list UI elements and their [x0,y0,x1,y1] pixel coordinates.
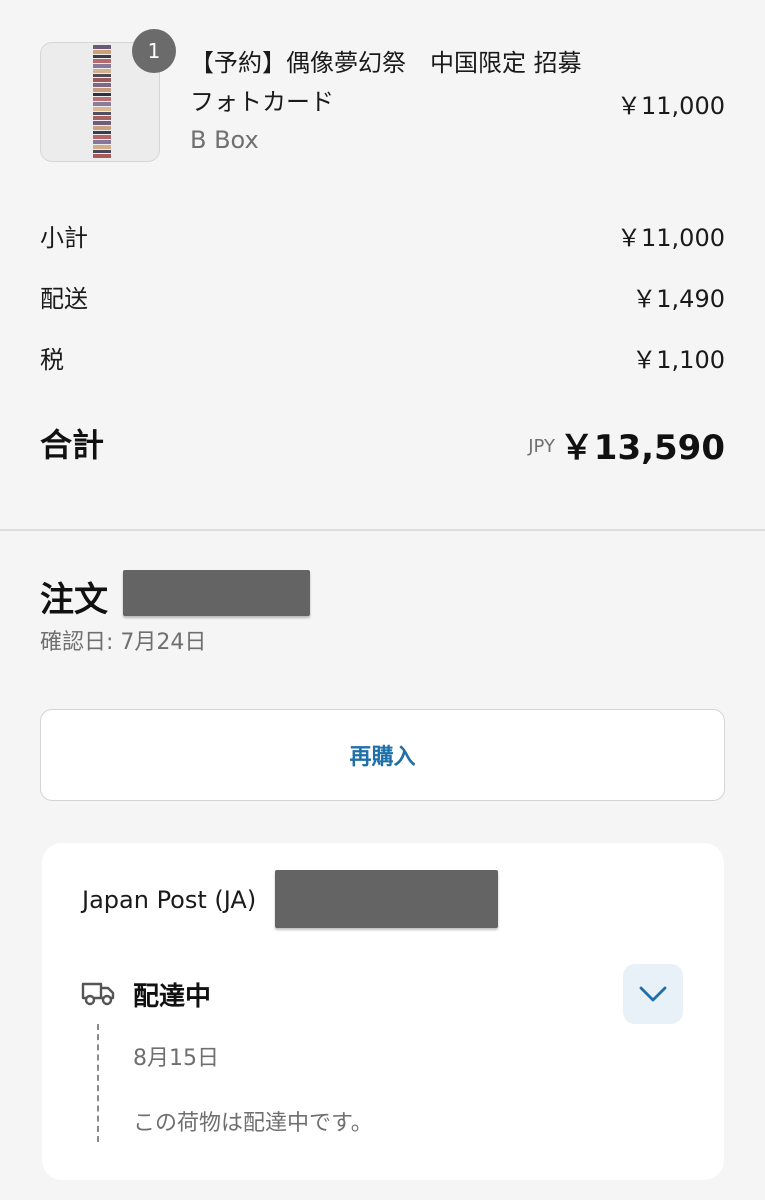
timeline-line [97,1024,99,1142]
status-date: 8月15日 [133,1046,219,1071]
product-price: ￥11,000 [617,92,725,120]
shipping-label: 配送 [40,285,88,313]
subtotal-value: ￥11,000 [617,224,725,252]
product-variant: B Box [190,126,259,154]
photo-cards-image [93,43,111,160]
delivery-truck-icon [81,982,115,1006]
subtotal-label: 小計 [40,224,88,252]
tracking-number-redaction [275,870,498,928]
rebuy-button[interactable]: 再購入 [40,709,725,801]
section-divider [0,529,765,531]
total-value: ￥13,590 [559,428,725,468]
carrier-name: Japan Post (JA) [82,886,257,914]
total-currency: JPY [528,436,555,457]
shipment-status: 配達中 [133,982,212,1012]
order-number-redaction [123,570,310,616]
shipping-value: ￥1,490 [632,285,725,313]
order-title: 注文 [40,580,108,620]
rebuy-button-label: 再購入 [349,745,416,770]
confirmation-date: 確認日: 7月24日 [40,630,207,655]
quantity-badge: 1 [132,29,176,73]
chevron-down-icon [639,986,667,1002]
status-message: この荷物は配達中です。 [133,1111,373,1136]
tax-value: ￥1,100 [632,346,725,374]
product-name: 【予約】偶像夢幻祭 中国限定 招募フォトカード [190,49,582,116]
total-label: 合計 [40,426,105,464]
expand-button[interactable] [623,964,683,1024]
tax-label: 税 [40,346,64,374]
